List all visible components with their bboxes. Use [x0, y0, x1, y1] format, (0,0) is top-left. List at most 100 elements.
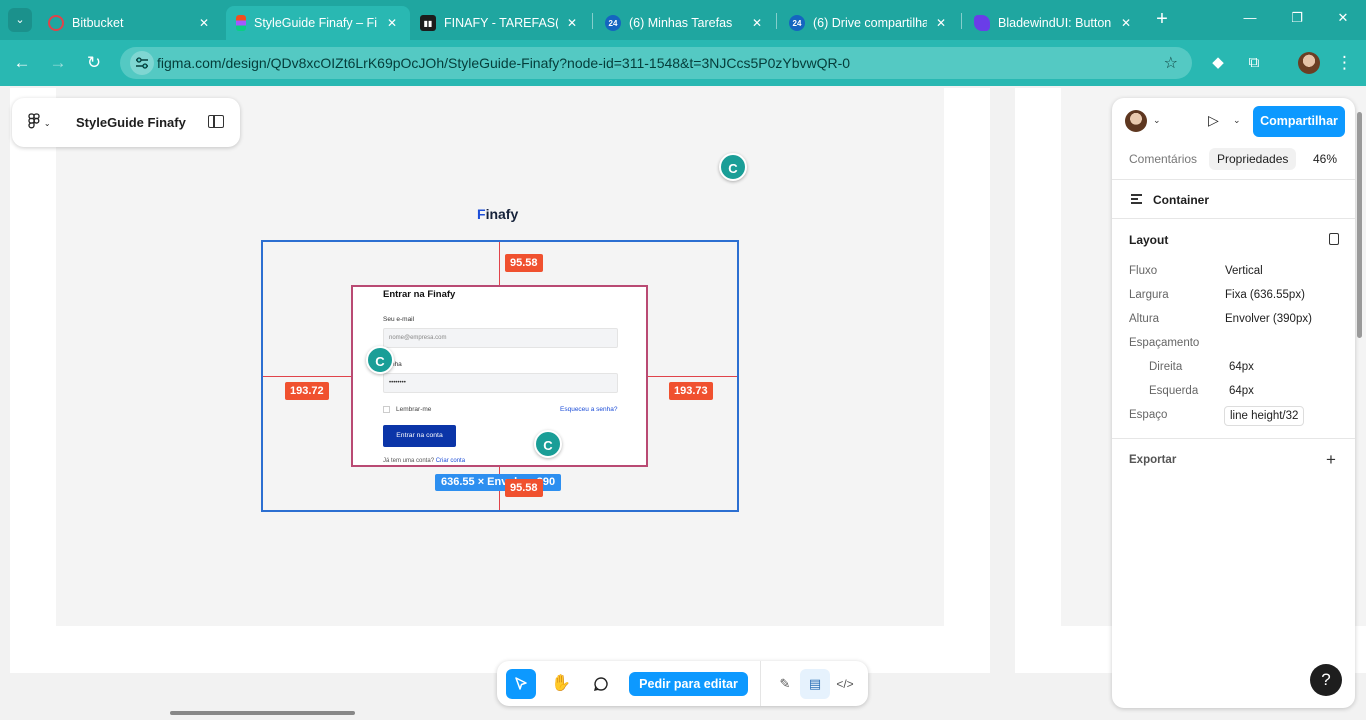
- tab-title: (6) Minhas Tarefas: [629, 16, 733, 30]
- close-icon[interactable]: ✕: [564, 16, 580, 30]
- request-edit-button[interactable]: Pedir para editar: [629, 672, 748, 696]
- close-window-icon[interactable]: ✕: [1333, 10, 1353, 26]
- move-tool-icon[interactable]: [506, 669, 536, 699]
- tab-properties[interactable]: Propriedades: [1209, 148, 1297, 170]
- login-submit-button[interactable]: Entrar na conta: [383, 425, 456, 447]
- tab-search-dropdown-icon[interactable]: ⌄: [8, 8, 32, 32]
- create-account-link[interactable]: Criar conta: [436, 458, 465, 464]
- vertical-scrollbar[interactable]: [1357, 112, 1362, 338]
- user-avatar[interactable]: [1125, 110, 1147, 132]
- forgot-password-link[interactable]: Esqueceu a senha?: [560, 406, 617, 413]
- extensions-puzzle-icon[interactable]: ⧉: [1243, 52, 1265, 74]
- layout-flow-label: Fluxo: [1129, 265, 1158, 277]
- bitrix24-icon: 24: [789, 15, 805, 31]
- chevron-down-icon[interactable]: ⌄: [1233, 115, 1241, 126]
- email-label: Seu e-mail: [383, 316, 415, 323]
- restore-icon[interactable]: ❐: [1287, 10, 1307, 26]
- layout-width-value: Fixa (636.55px): [1225, 289, 1305, 301]
- email-field[interactable]: nome@empresa.com: [383, 328, 618, 348]
- browser-tab-strip: ⌄ Bitbucket ✕ StyleGuide Finafy – Fi ✕ ▮…: [0, 0, 1366, 40]
- bitbucket-icon: [48, 15, 64, 31]
- comment-tool-icon[interactable]: [586, 669, 616, 699]
- tab-comments[interactable]: Comentários: [1129, 148, 1197, 170]
- properties-panel: ⌄ ▷ ⌄ Compartilhar Comentários Proprieda…: [1112, 98, 1355, 708]
- layout-gap-label: Espaço: [1129, 409, 1168, 421]
- footer-text: Já tem uma conta?: [383, 458, 435, 464]
- bitrix24-icon: 24: [605, 15, 621, 31]
- hand-tool-icon[interactable]: ✋: [546, 669, 576, 699]
- checkbox[interactable]: [383, 406, 390, 413]
- tab-title: StyleGuide Finafy – Fi: [254, 16, 377, 30]
- zoom-level[interactable]: 46%: [1313, 148, 1337, 170]
- url-text: figma.com/design/QDv8xcOIZt6LrK69pOcJOh/…: [157, 55, 851, 71]
- padding-left-label: Esquerda: [1149, 385, 1199, 397]
- close-icon[interactable]: ✕: [933, 16, 949, 30]
- measure-left: 193.72: [285, 382, 329, 400]
- close-icon[interactable]: ✕: [384, 16, 400, 30]
- password-field[interactable]: ••••••••: [383, 373, 618, 393]
- figma-icon: [236, 15, 246, 31]
- close-icon[interactable]: ✕: [196, 16, 212, 30]
- tab-bladewindui[interactable]: BladewindUI: Button c ✕: [964, 6, 1144, 40]
- horizontal-scrollbar[interactable]: [170, 711, 355, 715]
- logo-rest: inafy: [485, 206, 519, 222]
- tab-title: FINAFY - TAREFAS(BIT: [444, 16, 558, 30]
- remember-me[interactable]: Lembrar-me: [383, 406, 431, 413]
- layout-flow-value: Vertical: [1225, 265, 1263, 277]
- tab-divider: [961, 13, 962, 29]
- tab-styleguide-finafy[interactable]: StyleGuide Finafy – Fi ✕: [226, 6, 410, 40]
- login-footer: Já tem uma conta? Criar conta: [383, 458, 465, 464]
- tab-divider: [592, 13, 593, 29]
- chevron-down-icon[interactable]: ⌄: [1153, 115, 1161, 126]
- tab-title: Bitbucket: [72, 16, 124, 30]
- padding-left-value: 64px: [1229, 385, 1254, 397]
- tab-bitbucket[interactable]: Bitbucket ✕: [38, 6, 222, 40]
- present-play-icon[interactable]: ▷: [1208, 112, 1219, 129]
- add-export-icon[interactable]: +: [1326, 450, 1336, 470]
- tab-title: (6) Drive compartilha: [813, 16, 927, 30]
- address-bar[interactable]: figma.com/design/QDv8xcOIZt6LrK69pOcJOh/…: [120, 47, 1192, 79]
- extension-diamond-icon[interactable]: ◆: [1207, 52, 1229, 74]
- chevron-down-icon: ⌄: [43, 119, 51, 128]
- site-settings-icon[interactable]: [130, 51, 154, 75]
- padding-right-value: 64px: [1229, 361, 1254, 373]
- share-button[interactable]: Compartilhar: [1253, 106, 1345, 137]
- divider: [1112, 218, 1355, 219]
- gap-variable-chip[interactable]: line height/32: [1224, 406, 1305, 426]
- dev-mode-icon[interactable]: </>: [830, 669, 860, 699]
- forward-icon[interactable]: →: [47, 52, 69, 74]
- back-icon[interactable]: ←: [11, 52, 33, 74]
- file-header-card: ⌄ StyleGuide Finafy: [12, 98, 240, 147]
- profile-avatar[interactable]: [1298, 52, 1320, 74]
- new-tab-icon[interactable]: +: [1152, 9, 1172, 29]
- bookmark-star-icon[interactable]: ☆: [1164, 53, 1178, 73]
- auto-layout-icon: [1131, 194, 1142, 204]
- close-icon[interactable]: ✕: [749, 16, 765, 30]
- help-button[interactable]: ?: [1310, 664, 1342, 696]
- layout-width-label: Largura: [1129, 289, 1169, 301]
- measure-right: 193.73: [669, 382, 713, 400]
- spacing-guide-left: [263, 376, 351, 377]
- tab-finafy-tarefas[interactable]: ▮▮ FINAFY - TAREFAS(BIT ✕: [410, 6, 590, 40]
- login-title: Entrar na Finafy: [383, 289, 456, 300]
- logo-prefix: F: [477, 206, 486, 222]
- tab-minhas-tarefas[interactable]: 24 (6) Minhas Tarefas ✕: [595, 6, 775, 40]
- finafy-logo: Finafy: [477, 206, 518, 222]
- design-mode-icon[interactable]: ▤: [800, 669, 830, 699]
- reload-icon[interactable]: ↻: [83, 52, 105, 74]
- copy-properties-icon[interactable]: [1329, 233, 1339, 245]
- tab-divider: [776, 13, 777, 29]
- login-form-frame[interactable]: Entrar na Finafy Seu e-mail nome@empresa…: [351, 285, 648, 467]
- close-icon[interactable]: ✕: [1118, 16, 1134, 30]
- divider: [1112, 179, 1355, 180]
- browser-menu-icon[interactable]: ⋮: [1336, 52, 1353, 74]
- collaborator-cursor: C: [534, 430, 562, 458]
- draw-tool-icon[interactable]: ✎: [770, 669, 800, 699]
- file-name: StyleGuide Finafy: [76, 115, 186, 130]
- toggle-sidebar-icon[interactable]: [208, 115, 224, 128]
- collaborator-cursor: C: [366, 346, 394, 374]
- tab-drive-compartilhado[interactable]: 24 (6) Drive compartilha ✕: [779, 6, 959, 40]
- minimize-icon[interactable]: —: [1240, 10, 1260, 25]
- spacing-guide-right: [648, 376, 737, 377]
- figma-menu-icon[interactable]: ⌄: [28, 113, 58, 132]
